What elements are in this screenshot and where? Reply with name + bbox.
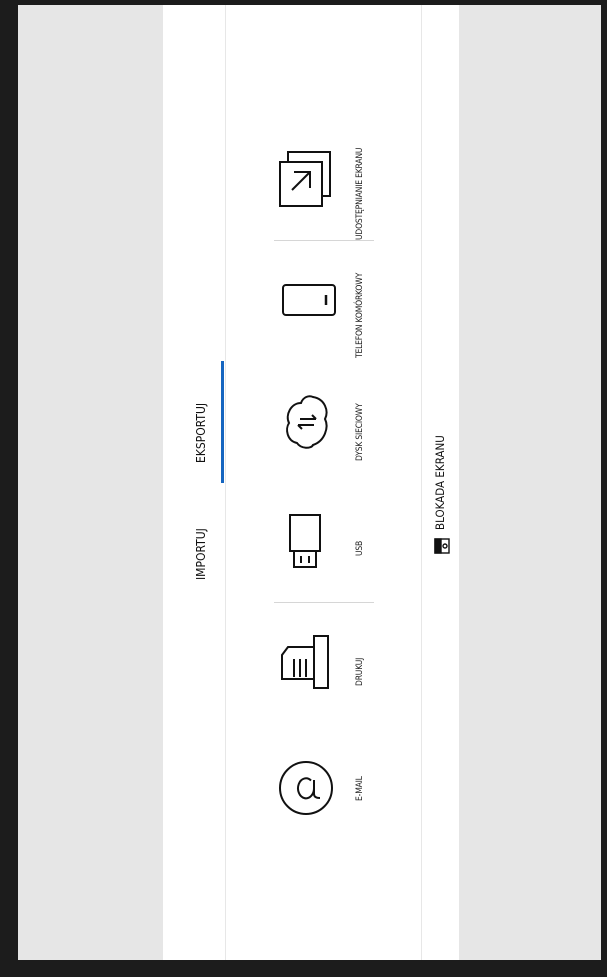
screen-share-option[interactable] (273, 150, 383, 210)
mobile-label: TELEFON KOMÓRKOWY (355, 272, 365, 358)
tab-export[interactable]: EKSPORTUJ (194, 403, 208, 463)
screen-lock-button[interactable]: BLOKADA EKRANU (429, 410, 459, 560)
divider-left (225, 5, 226, 960)
network-drive-label: DYSK SIECIOWY (355, 403, 365, 461)
email-at-icon (278, 760, 334, 816)
screen: IMPORTUJ EKSPORTUJ E-MAIL DRUKUJ USB DYS… (18, 5, 601, 960)
screen-share-icon (278, 150, 336, 208)
group-separator-1 (274, 602, 374, 603)
screen-lock-icon (434, 538, 450, 558)
active-tab-indicator (221, 361, 224, 483)
usb-drive-icon (288, 513, 322, 569)
usb-option[interactable] (273, 513, 383, 573)
email-label: E-MAIL (355, 776, 365, 801)
screen-lock-label: BLOKADA EKRANU (433, 435, 447, 530)
mobile-phone-icon (281, 283, 337, 317)
print-option[interactable] (273, 635, 383, 695)
group-separator-2 (274, 240, 374, 241)
printer-icon (278, 635, 334, 691)
divider-right (421, 5, 422, 960)
export-panel: IMPORTUJ EKSPORTUJ E-MAIL DRUKUJ USB DYS… (163, 5, 459, 960)
email-option[interactable] (273, 760, 383, 820)
print-label: DRUKUJ (355, 657, 365, 686)
cloud-transfer-icon (283, 393, 331, 451)
network-drive-option[interactable] (273, 393, 383, 453)
usb-label: USB (355, 540, 365, 556)
screen-share-label: UDOSTĘPNIANIE EKRANU (355, 147, 365, 240)
mobile-option[interactable] (273, 273, 383, 333)
tab-import[interactable]: IMPORTUJ (194, 528, 208, 580)
